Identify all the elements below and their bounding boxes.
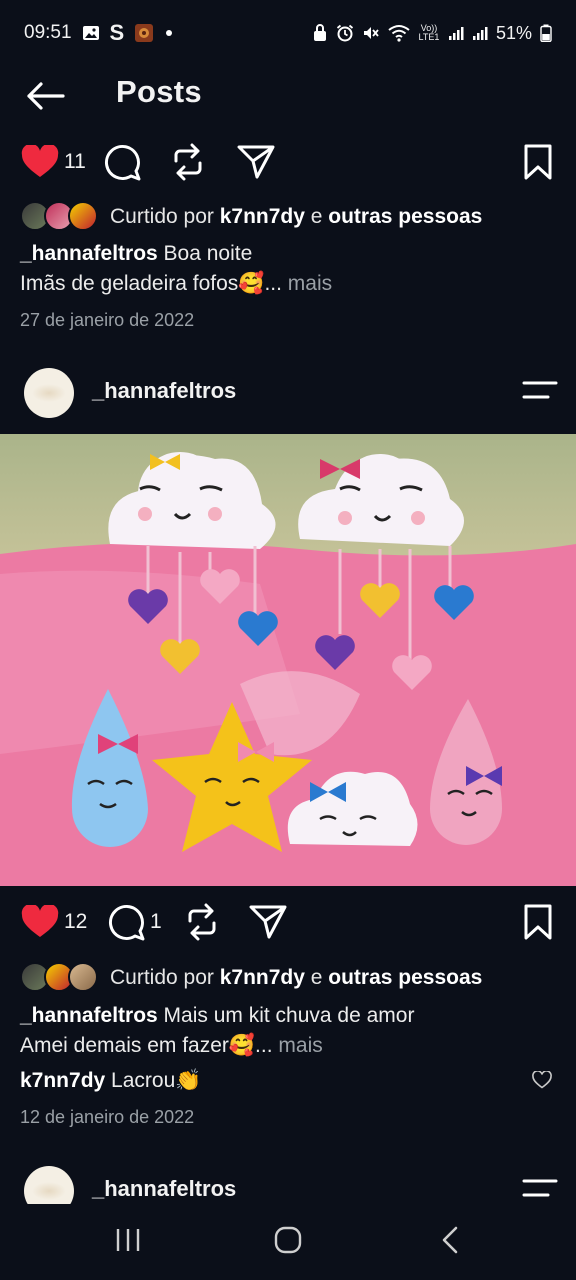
wifi-icon (388, 24, 410, 42)
send-icon (237, 145, 275, 179)
caption-user[interactable]: _hannafeltros (20, 1004, 158, 1027)
menu-icon (522, 381, 558, 399)
liker-avatars (20, 201, 100, 233)
post-date: 27 de janeiro de 2022 (20, 310, 195, 330)
avatar (68, 201, 98, 231)
status-bar: 09:51 S Vo)) LTE1 51% (0, 0, 576, 66)
arrow-left-icon (27, 82, 65, 110)
liked-by-text: Curtido por k7nn7dy e outras pessoas (110, 205, 483, 228)
liked-by-text: Curtido por k7nn7dy e outras pessoas (110, 966, 483, 989)
dot-icon (164, 28, 174, 38)
comment: k7nn7dy Lacrou👏 (20, 1069, 202, 1092)
comment-icon (105, 145, 141, 181)
signal-icon (472, 25, 488, 41)
liked-others[interactable]: outras pessoas (328, 966, 482, 989)
post-date: 12 de janeiro de 2022 (20, 1107, 195, 1127)
caption-line-2: Imãs de geladeira fofos🥰... mais (20, 272, 333, 295)
app-header: Posts (0, 66, 576, 122)
liked-user[interactable]: k7nn7dy (220, 966, 305, 989)
like-count: 11 (64, 150, 86, 173)
repost-button[interactable] (168, 142, 208, 182)
repost-icon (174, 143, 202, 181)
recents-icon (116, 1229, 140, 1251)
status-time: 09:51 (24, 22, 72, 43)
volte-icon: Vo)) LTE1 (418, 23, 440, 42)
save-button[interactable] (520, 142, 556, 182)
share-button[interactable] (248, 902, 288, 942)
post-username[interactable]: _hannafeltros (92, 1176, 236, 1202)
bookmark-icon (524, 144, 552, 180)
caption: _hannafeltros Boa noite (20, 242, 253, 265)
signal-icon (448, 25, 464, 41)
app-thumbnail-icon (134, 23, 154, 43)
post-image[interactable] (0, 434, 576, 886)
home-button[interactable] (270, 1222, 306, 1258)
comment-button[interactable] (106, 902, 146, 942)
like-button[interactable] (20, 142, 60, 182)
post2-action-bar: 12 1 (0, 894, 576, 950)
recents-button[interactable] (110, 1222, 146, 1258)
liked-by[interactable]: Curtido por k7nn7dy e outras pessoas (20, 200, 560, 234)
comment-button[interactable] (102, 142, 142, 182)
battery-icon (540, 24, 552, 42)
menu-icon (522, 1179, 558, 1197)
chevron-left-icon (442, 1226, 458, 1254)
battery-percent: 51% (495, 22, 532, 43)
menu-button[interactable] (522, 1174, 558, 1202)
like-count: 12 (64, 910, 88, 933)
home-icon (274, 1226, 302, 1254)
repost-icon (188, 903, 216, 941)
liked-by[interactable]: Curtido por k7nn7dy e outras pessoas (20, 961, 560, 995)
back-button[interactable] (22, 76, 68, 116)
heart-filled-icon (21, 145, 59, 177)
caption-line-2: Amei demais em fazer🥰... mais (20, 1034, 323, 1057)
mute-icon (362, 24, 380, 42)
avatar[interactable] (24, 368, 74, 418)
more-link[interactable]: mais (282, 272, 332, 295)
liker-avatars (20, 962, 100, 994)
bookmark-icon (524, 904, 552, 940)
avatar[interactable] (24, 1166, 74, 1204)
post3-header: _hannafeltros (0, 1160, 576, 1204)
comment-user[interactable]: k7nn7dy (20, 1069, 105, 1092)
post-username[interactable]: _hannafeltros (92, 378, 236, 404)
repost-button[interactable] (182, 902, 222, 942)
caption: _hannafeltros Mais um kit chuva de amor (20, 1004, 415, 1027)
liked-user[interactable]: k7nn7dy (220, 205, 305, 228)
alarm-icon (336, 24, 354, 42)
system-nav-bar (0, 1200, 576, 1280)
comment-like-button[interactable] (530, 1068, 554, 1092)
image-icon (82, 25, 100, 41)
heart-outline-icon (532, 1071, 552, 1089)
caption-user[interactable]: _hannafeltros (20, 242, 158, 265)
comment-count: 1 (150, 910, 162, 933)
lock-icon (312, 24, 328, 42)
like-button[interactable] (20, 902, 60, 942)
more-link[interactable]: mais (273, 1034, 322, 1057)
liked-others[interactable]: outras pessoas (328, 205, 482, 228)
send-icon (249, 905, 287, 939)
avatar (68, 962, 98, 992)
heart-filled-icon (21, 905, 59, 937)
post1-action-bar: 11 (0, 134, 576, 190)
s-app-icon: S (109, 20, 125, 45)
post2-header: _hannafeltros (0, 362, 576, 422)
menu-button[interactable] (522, 376, 558, 404)
back-nav-button[interactable] (432, 1222, 468, 1258)
save-button[interactable] (520, 902, 556, 942)
page-title: Posts (116, 74, 202, 109)
share-button[interactable] (236, 142, 276, 182)
comment-icon (109, 905, 145, 941)
